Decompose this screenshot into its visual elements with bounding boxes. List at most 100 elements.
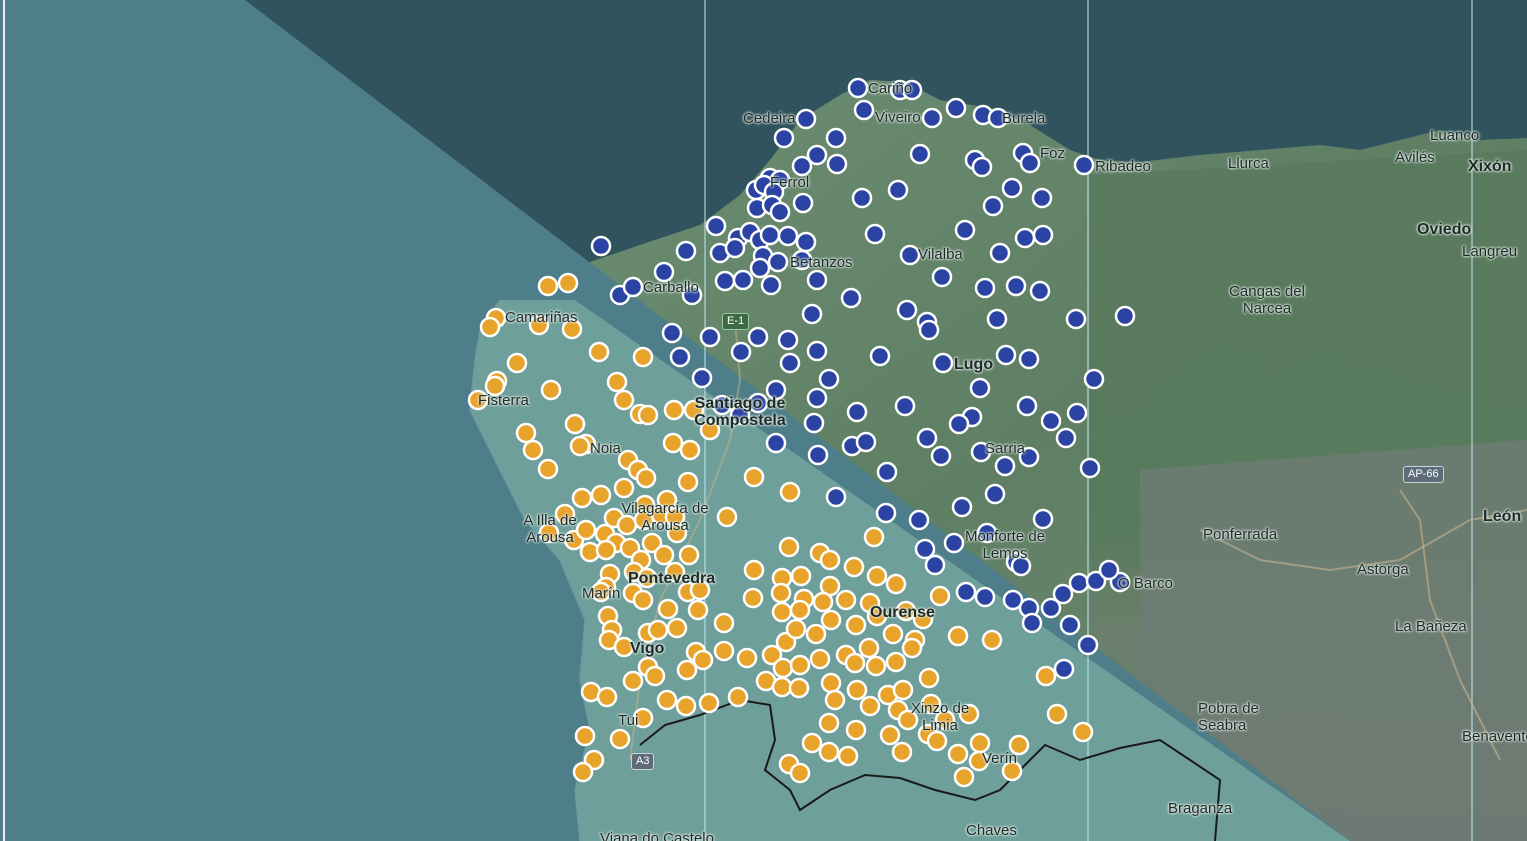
orange-marker[interactable] <box>789 762 811 784</box>
blue-marker[interactable] <box>806 144 828 166</box>
orange-marker[interactable] <box>901 637 923 659</box>
blue-marker[interactable] <box>1098 559 1120 581</box>
blue-marker[interactable] <box>932 352 954 374</box>
blue-marker[interactable] <box>855 431 877 453</box>
blue-marker[interactable] <box>675 240 697 262</box>
orange-marker[interactable] <box>647 619 669 641</box>
blue-marker[interactable] <box>1031 187 1053 209</box>
blue-marker[interactable] <box>864 223 886 245</box>
orange-marker[interactable] <box>644 665 666 687</box>
blue-marker[interactable] <box>921 107 943 129</box>
blue-marker[interactable] <box>1077 634 1099 656</box>
orange-marker[interactable] <box>569 435 591 457</box>
orange-marker[interactable] <box>637 404 659 426</box>
orange-marker[interactable] <box>809 648 831 670</box>
orange-marker[interactable] <box>819 549 841 571</box>
orange-marker[interactable] <box>879 724 901 746</box>
blue-marker[interactable] <box>807 444 829 466</box>
orange-marker[interactable] <box>666 617 688 639</box>
blue-marker[interactable] <box>818 368 840 390</box>
orange-marker[interactable] <box>845 614 867 636</box>
blue-marker[interactable] <box>661 322 683 344</box>
orange-marker[interactable] <box>770 582 792 604</box>
orange-marker[interactable] <box>515 422 537 444</box>
orange-marker[interactable] <box>596 686 618 708</box>
blue-marker[interactable] <box>705 215 727 237</box>
orange-marker[interactable] <box>779 481 801 503</box>
blue-marker[interactable] <box>765 432 787 454</box>
blue-marker[interactable] <box>974 277 996 299</box>
blue-marker[interactable] <box>1018 348 1040 370</box>
blue-marker[interactable] <box>899 244 921 266</box>
blue-marker[interactable] <box>945 97 967 119</box>
orange-marker[interactable] <box>778 536 800 558</box>
blue-marker[interactable] <box>846 401 868 423</box>
orange-marker[interactable] <box>801 732 823 754</box>
blue-marker[interactable] <box>801 303 823 325</box>
orange-marker[interactable] <box>656 689 678 711</box>
orange-marker[interactable] <box>653 544 675 566</box>
orange-marker[interactable] <box>1046 703 1068 725</box>
blue-marker[interactable] <box>918 319 940 341</box>
orange-marker[interactable] <box>675 695 697 717</box>
blue-marker[interactable] <box>806 340 828 362</box>
blue-marker[interactable] <box>974 586 996 608</box>
orange-marker[interactable] <box>790 565 812 587</box>
orange-marker[interactable] <box>537 458 559 480</box>
blue-marker[interactable] <box>1065 308 1087 330</box>
orange-marker[interactable] <box>678 544 700 566</box>
blue-marker[interactable] <box>792 192 814 214</box>
orange-marker[interactable] <box>687 599 709 621</box>
blue-marker[interactable] <box>984 483 1006 505</box>
blue-marker[interactable] <box>773 127 795 149</box>
blue-marker[interactable] <box>840 287 862 309</box>
blue-marker[interactable] <box>795 231 817 253</box>
blue-marker[interactable] <box>759 224 781 246</box>
blue-marker[interactable] <box>795 108 817 130</box>
orange-marker[interactable] <box>858 637 880 659</box>
blue-marker[interactable] <box>730 341 752 363</box>
blue-marker[interactable] <box>931 266 953 288</box>
orange-marker[interactable] <box>918 667 940 689</box>
blue-marker[interactable] <box>779 352 801 374</box>
blue-marker[interactable] <box>767 251 789 273</box>
orange-marker[interactable] <box>571 487 593 509</box>
orange-marker[interactable] <box>676 659 698 681</box>
blue-marker[interactable] <box>969 377 991 399</box>
blue-marker[interactable] <box>1040 410 1062 432</box>
blue-marker[interactable] <box>806 269 828 291</box>
blue-marker[interactable] <box>769 201 791 223</box>
blue-marker[interactable] <box>1083 368 1105 390</box>
orange-marker[interactable] <box>632 589 654 611</box>
blue-marker[interactable] <box>691 367 713 389</box>
orange-marker[interactable] <box>789 599 811 621</box>
orange-marker[interactable] <box>844 652 866 674</box>
orange-marker[interactable] <box>613 389 635 411</box>
orange-marker[interactable] <box>716 506 738 528</box>
orange-marker[interactable] <box>632 346 654 368</box>
blue-marker[interactable] <box>732 269 754 291</box>
orange-marker[interactable] <box>820 609 842 631</box>
blue-marker[interactable] <box>896 299 918 321</box>
blue-marker[interactable] <box>851 187 873 209</box>
orange-marker[interactable] <box>743 559 765 581</box>
orange-marker[interactable] <box>590 484 612 506</box>
blue-marker[interactable] <box>951 496 973 518</box>
blue-marker[interactable] <box>908 509 930 531</box>
orange-marker[interactable] <box>824 689 846 711</box>
blue-marker[interactable] <box>1029 280 1051 302</box>
orange-marker[interactable] <box>606 371 628 393</box>
orange-marker[interactable] <box>859 695 881 717</box>
blue-marker[interactable] <box>714 270 736 292</box>
blue-marker[interactable] <box>914 538 936 560</box>
blue-marker[interactable] <box>747 326 769 348</box>
orange-marker[interactable] <box>713 612 735 634</box>
orange-marker[interactable] <box>926 730 948 752</box>
blue-marker[interactable] <box>699 326 721 348</box>
orange-marker[interactable] <box>657 598 679 620</box>
orange-marker[interactable] <box>622 670 644 692</box>
blue-marker[interactable] <box>1068 572 1090 594</box>
orange-marker[interactable] <box>727 686 749 708</box>
orange-marker[interactable] <box>692 649 714 671</box>
orange-marker[interactable] <box>540 379 562 401</box>
